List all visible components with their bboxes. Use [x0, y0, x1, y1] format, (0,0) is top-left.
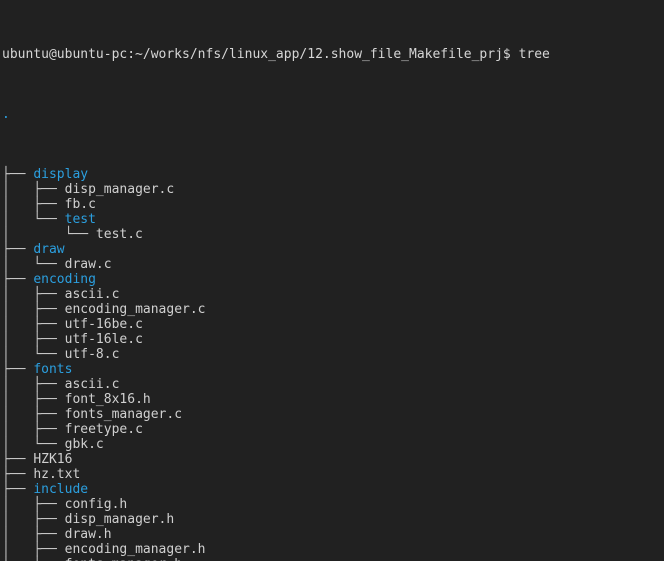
tree-file-name: ascii.c: [64, 287, 120, 302]
tree-row: │ ├── utf-16be.c: [2, 317, 664, 332]
tree-branch-glyph: ├──: [2, 362, 34, 377]
tree-branch-glyph: ├──: [2, 467, 34, 482]
tree-branch-glyph: │ ├──: [2, 197, 65, 212]
tree-row: │ ├── ascii.c: [2, 287, 664, 302]
tree-file-name: fb.c: [64, 197, 96, 212]
tree-row: │ └── test: [2, 212, 664, 227]
tree-branch-glyph: │ ├──: [2, 422, 65, 437]
tree-branch-glyph: │ └──: [2, 557, 65, 561]
tree-branch-glyph: │ └──: [2, 437, 65, 452]
tree-branch-glyph: │ ├──: [2, 512, 65, 527]
tree-branch-glyph: │ ├──: [2, 332, 65, 347]
tree-branch-glyph: │ ├──: [2, 287, 65, 302]
tree-row: ├── fonts: [2, 362, 664, 377]
tree-file-name: HZK16: [33, 452, 73, 467]
tree-row: │ ├── font_8x16.h: [2, 392, 664, 407]
tree-row: │ └── draw.c: [2, 257, 664, 272]
tree-row: │ ├── encoding_manager.h: [2, 542, 664, 557]
tree-directory-name: test: [64, 212, 96, 227]
tree-row: │ ├── fb.c: [2, 197, 664, 212]
tree-file-name: utf-8.c: [64, 347, 120, 362]
tree-file-name: fonts_manager.c: [64, 407, 183, 422]
tree-file-name: gbk.c: [64, 437, 104, 452]
tree-file-name: hz.txt: [33, 467, 81, 482]
tree-branch-glyph: │ ├──: [2, 542, 65, 557]
tree-branch-glyph: ├──: [2, 482, 34, 497]
tree-row: │ ├── draw.h: [2, 527, 664, 542]
tree-row: ├── display: [2, 167, 664, 182]
tree-file-name: utf-16be.c: [64, 317, 143, 332]
shell-prompt: ubuntu@ubuntu-pc:~/works/nfs/linux_app/1…: [2, 47, 519, 62]
terminal-window[interactable]: ubuntu@ubuntu-pc:~/works/nfs/linux_app/1…: [0, 0, 664, 561]
tree-file-name: encoding_manager.c: [64, 302, 206, 317]
tree-file-name: encoding_manager.h: [64, 542, 206, 557]
tree-row: │ ├── freetype.c: [2, 422, 664, 437]
tree-branch-glyph: │ ├──: [2, 392, 65, 407]
tree-row: │ ├── fonts_manager.c: [2, 407, 664, 422]
tree-row: │ ├── disp_manager.c: [2, 182, 664, 197]
tree-file-name: disp_manager.h: [64, 512, 175, 527]
tree-directory-name: display: [33, 167, 89, 182]
tree-row: │ ├── ascii.c: [2, 377, 664, 392]
tree-file-name: disp_manager.c: [64, 182, 175, 197]
tree-row: ├── include: [2, 482, 664, 497]
tree-row: │ ├── utf-16le.c: [2, 332, 664, 347]
tree-branch-glyph: │ ├──: [2, 302, 65, 317]
tree-file-name: utf-16le.c: [64, 332, 143, 347]
typed-command: tree: [518, 47, 550, 62]
tree-branch-glyph: │ ├──: [2, 497, 65, 512]
tree-branch-glyph: │ ├──: [2, 377, 65, 392]
tree-file-name: draw.c: [64, 257, 112, 272]
tree-row: │ ├── config.h: [2, 497, 664, 512]
tree-row: │ └── test.c: [2, 227, 664, 242]
tree-file-name: draw.h: [64, 527, 112, 542]
tree-branch-glyph: ├──: [2, 242, 34, 257]
tree-branch-glyph: │ ├──: [2, 527, 65, 542]
tree-branch-glyph: ├──: [2, 167, 34, 182]
tree-row: │ └── fonts_manager.h: [2, 557, 664, 561]
tree-file-name: config.h: [64, 497, 128, 512]
tree-branch-glyph: │ └──: [2, 257, 65, 272]
tree-row: │ └── gbk.c: [2, 437, 664, 452]
tree-directory-name: include: [33, 482, 89, 497]
tree-directory-name: draw: [33, 242, 65, 257]
tree-branch-glyph: │ ├──: [2, 317, 65, 332]
tree-directory-name: encoding: [33, 272, 96, 287]
tree-branch-glyph: │ └──: [2, 347, 65, 362]
tree-file-name: font_8x16.h: [64, 392, 151, 407]
tree-branch-glyph: │ ├──: [2, 182, 65, 197]
tree-row: ├── HZK16: [2, 452, 664, 467]
tree-branch-glyph: │ └──: [2, 212, 65, 227]
tree-branch-glyph: ├──: [2, 272, 34, 287]
tree-branch-glyph: │ └──: [2, 227, 96, 242]
tree-row: │ ├── disp_manager.h: [2, 512, 664, 527]
tree-root-label: .: [2, 107, 10, 122]
tree-row: ├── hz.txt: [2, 467, 664, 482]
tree-file-name: freetype.c: [64, 422, 143, 437]
tree-row: ├── draw: [2, 242, 664, 257]
tree-branch-glyph: │ ├──: [2, 407, 65, 422]
tree-branch-glyph: ├──: [2, 452, 34, 467]
tree-row: │ └── utf-8.c: [2, 347, 664, 362]
tree-directory-name: fonts: [33, 362, 73, 377]
tree-file-name: fonts_manager.h: [65, 557, 182, 561]
tree-file-name: test.c: [95, 227, 143, 242]
tree-output: ├── display │ ├── disp_manager.c │ ├── fb.…: [2, 167, 664, 561]
tree-file-name: ascii.c: [64, 377, 120, 392]
command-prompt-line: ubuntu@ubuntu-pc:~/works/nfs/linux_app/1…: [2, 47, 664, 62]
tree-root-line: .: [2, 107, 664, 122]
tree-row: ├── encoding: [2, 272, 664, 287]
tree-row: │ ├── encoding_manager.c: [2, 302, 664, 317]
